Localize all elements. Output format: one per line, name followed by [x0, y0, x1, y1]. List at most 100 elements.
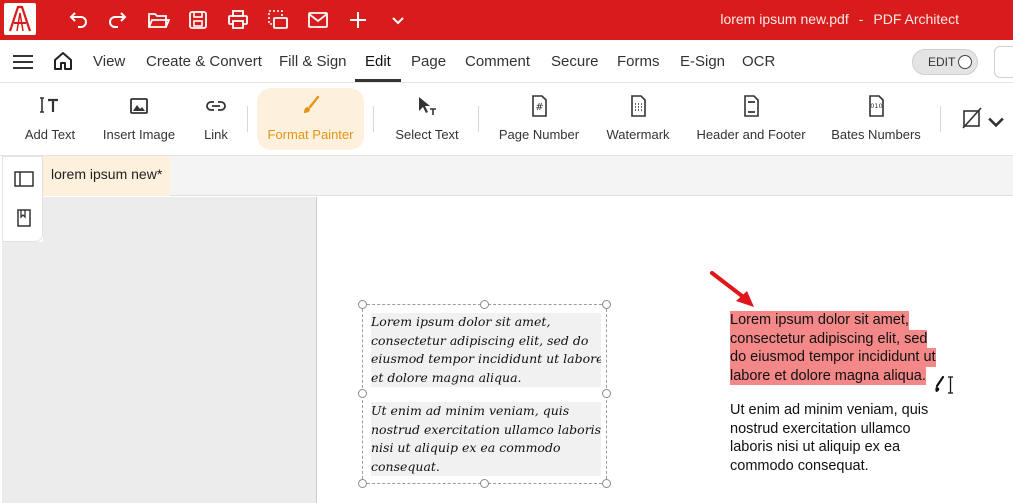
- menu-page[interactable]: Page: [411, 53, 446, 70]
- resize-handle[interactable]: [358, 479, 367, 488]
- search-box[interactable]: [994, 46, 1013, 78]
- active-menu-underline: [355, 79, 401, 82]
- menu-e-sign[interactable]: E-Sign: [680, 53, 725, 70]
- resize-handle[interactable]: [480, 479, 489, 488]
- script-paragraph-1[interactable]: Lorem ipsum dolor sit amet, consectetur …: [371, 313, 601, 387]
- header-footer-label: Header and Footer: [696, 127, 806, 142]
- resize-handle[interactable]: [358, 300, 367, 309]
- chevron-down-icon[interactable]: [386, 8, 410, 32]
- side-panel-rail: [2, 156, 43, 242]
- edit-toggle-label: EDIT: [928, 55, 956, 69]
- menu-create-convert[interactable]: Create & Convert: [146, 53, 262, 70]
- format-painter-cursor-icon: [935, 375, 953, 394]
- select-text-icon: [415, 94, 439, 118]
- image-icon: [127, 94, 151, 118]
- insert-image-button[interactable]: Insert Image: [98, 88, 180, 150]
- add-text-label: Add Text: [24, 127, 76, 142]
- document-tab-strip: lorem ipsum new*: [43, 156, 1013, 196]
- menu-secure[interactable]: Secure: [551, 53, 599, 70]
- more-tools-button[interactable]: [956, 88, 1004, 150]
- watermark-label: Watermark: [606, 127, 670, 142]
- format-painter-button[interactable]: Format Painter: [257, 88, 364, 150]
- panel-toggle-icon[interactable]: [14, 169, 34, 189]
- text-line: et dolore magna aliqua.: [371, 368, 601, 387]
- add-icon[interactable]: [346, 8, 370, 32]
- script-paragraph-2[interactable]: Ut enim ad minim veniam, quis nostrud ex…: [371, 402, 601, 476]
- selected-paragraph[interactable]: Lorem ipsum dolor sit amet, consectetur …: [730, 311, 936, 385]
- menu-comment[interactable]: Comment: [465, 53, 530, 70]
- menu-ocr[interactable]: OCR: [742, 53, 775, 70]
- bates-numbers-label: Bates Numbers: [831, 127, 921, 142]
- script-text-box[interactable]: Lorem ipsum dolor sit amet, consectetur …: [358, 300, 611, 488]
- title-bar: lorem ipsum new.pdf - PDF Architect: [0, 0, 1013, 40]
- plain-paragraph[interactable]: Ut enim ad minim veniam, quis nostrud ex…: [730, 401, 928, 475]
- toolbar-separator: [373, 106, 374, 132]
- selected-text-line: labore et dolore magna aliqua.: [730, 366, 926, 385]
- resize-handle[interactable]: [602, 389, 611, 398]
- select-text-label: Select Text: [395, 127, 459, 142]
- svg-text:#: #: [535, 102, 543, 113]
- resize-handle[interactable]: [602, 479, 611, 488]
- menu-bar: View Create & Convert Fill & Sign Edit P…: [0, 40, 1013, 83]
- document-tab[interactable]: lorem ipsum new*: [43, 156, 171, 196]
- insert-image-label: Insert Image: [102, 127, 176, 142]
- app-name: PDF Architect: [873, 11, 959, 27]
- toolbar-separator: [478, 106, 479, 132]
- format-painter-label: Format Painter: [267, 127, 354, 142]
- scan-icon[interactable]: [266, 8, 290, 32]
- open-folder-icon[interactable]: [146, 8, 170, 32]
- text-line: consequat.: [371, 457, 601, 476]
- text-line: Lorem ipsum dolor sit amet,: [371, 313, 601, 332]
- link-icon: [204, 94, 228, 118]
- canvas-gutter: [43, 197, 317, 503]
- mail-icon[interactable]: [306, 8, 330, 32]
- header-footer-button[interactable]: Header and Footer: [692, 88, 810, 150]
- menu-edit[interactable]: Edit: [365, 53, 391, 70]
- page-number-icon: #: [527, 94, 551, 118]
- page-number-label: Page Number: [498, 127, 580, 142]
- chevron-down-icon: [984, 110, 1004, 128]
- print-icon[interactable]: [226, 8, 250, 32]
- resize-handle[interactable]: [480, 300, 489, 309]
- text-line: commodo consequat.: [730, 457, 869, 474]
- text-line: nostrud exercitation ullamco: [730, 420, 911, 437]
- menu-forms[interactable]: Forms: [617, 53, 660, 70]
- toolbar-separator: [247, 106, 248, 132]
- text-line: laboris nisi ut aliquip ex ea: [730, 439, 901, 455]
- toggle-knob: [958, 55, 972, 69]
- undo-icon[interactable]: [66, 8, 90, 32]
- link-button[interactable]: Link: [196, 88, 236, 150]
- save-icon[interactable]: [186, 8, 210, 32]
- selected-text-line: Lorem ipsum dolor sit amet,: [730, 311, 909, 330]
- text-line: nisi ut aliquip ex ea commodo: [371, 439, 601, 458]
- hamburger-menu-icon[interactable]: [12, 52, 34, 72]
- document-title: lorem ipsum new.pdf: [720, 11, 849, 27]
- window-title: lorem ipsum new.pdf - PDF Architect: [720, 11, 959, 27]
- watermark-icon: [626, 94, 650, 118]
- text-line: eiusmod tempor incididunt ut labore: [371, 350, 601, 369]
- header-footer-icon: [739, 94, 763, 118]
- add-text-button[interactable]: Add Text: [18, 88, 82, 150]
- home-icon[interactable]: [52, 50, 74, 72]
- bookmark-icon[interactable]: [14, 208, 34, 228]
- red-arrow-icon: [710, 271, 754, 307]
- app-logo-icon[interactable]: [4, 3, 36, 35]
- menu-fill-sign[interactable]: Fill & Sign: [279, 53, 347, 70]
- toolbar-separator: [940, 106, 941, 132]
- watermark-button[interactable]: Watermark: [600, 88, 676, 150]
- selected-text-line: consectetur adipiscing elit, sed: [730, 329, 928, 348]
- redo-icon[interactable]: [106, 8, 130, 32]
- selected-text-line: do eiusmod tempor incididunt ut: [730, 348, 936, 367]
- edit-mode-toggle[interactable]: EDIT: [912, 49, 978, 75]
- resize-handle[interactable]: [602, 300, 611, 309]
- add-text-icon: [38, 94, 62, 118]
- select-text-button[interactable]: Select Text: [390, 88, 464, 150]
- bates-icon: 010: [864, 94, 888, 118]
- edit-object-icon: [960, 106, 984, 130]
- page-number-button[interactable]: # Page Number: [494, 88, 584, 150]
- left-panel-background: [2, 242, 43, 503]
- menu-view[interactable]: View: [93, 53, 125, 70]
- text-line: nostrud exercitation ullamco laboris: [371, 420, 601, 439]
- resize-handle[interactable]: [358, 389, 367, 398]
- bates-numbers-button[interactable]: 010 Bates Numbers: [826, 88, 926, 150]
